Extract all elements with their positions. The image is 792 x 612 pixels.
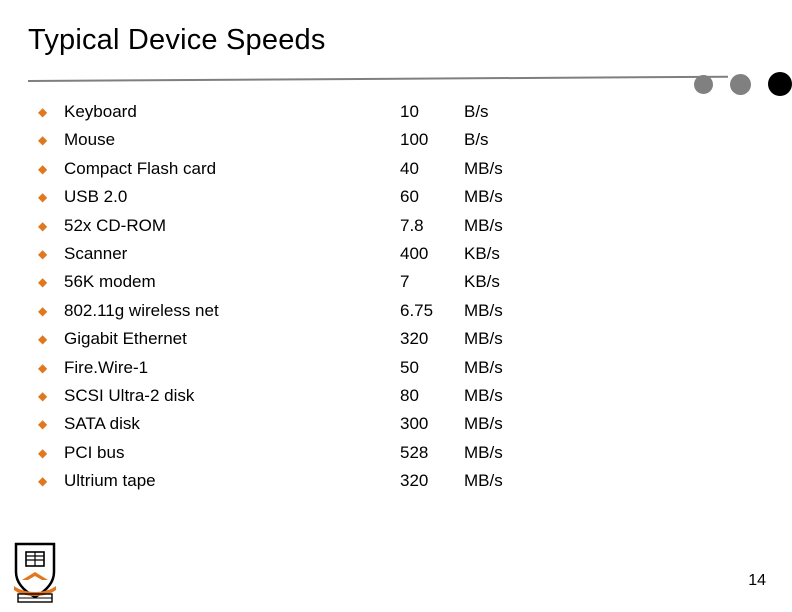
bullet-diamond-icon: ◆ — [38, 161, 48, 176]
device-speed-unit: MB/s — [464, 385, 503, 405]
device-speed-value: 40 — [400, 158, 419, 178]
device-speed-value: 6.75 — [400, 300, 434, 320]
device-speed-unit: MB/s — [464, 187, 503, 207]
list-item: ◆ 56K modem 7 KB/s — [36, 270, 756, 298]
device-speed-unit: MB/s — [464, 329, 503, 349]
list-item: ◆ USB 2.0 60 MB/s — [36, 185, 756, 213]
list-item: ◆ Compact Flash card 40 MB/s — [36, 157, 756, 185]
device-name: Mouse — [64, 130, 116, 150]
bullet-diamond-icon: ◆ — [38, 275, 48, 290]
device-speed-list: ◆ Keyboard 10 B/s ◆ Mouse 100 B/s ◆ Compact Flash… — [36, 100, 756, 497]
device-name: SCSI Ultra-2 disk — [64, 385, 195, 405]
bullet-diamond-icon: ◆ — [38, 388, 48, 403]
institution-logo — [8, 542, 62, 604]
list-item: ◆ Fire.Wire-1 50 MB/s — [36, 356, 756, 384]
bullet-diamond-icon: ◆ — [38, 133, 48, 148]
device-speed-unit: KB/s — [464, 272, 500, 292]
device-speed-unit: MB/s — [464, 357, 503, 377]
page-number: 14 — [748, 572, 766, 589]
bullet-diamond-icon: ◆ — [38, 332, 48, 347]
device-speed-unit: MB/s — [464, 158, 503, 178]
decorative-dot-2 — [730, 74, 751, 95]
device-speed-value: 10 — [400, 102, 419, 121]
device-speed-value: 7.8 — [400, 215, 424, 235]
page-title: Typical Device Speeds — [28, 24, 326, 56]
bullet-diamond-icon: ◆ — [38, 417, 48, 432]
list-item: ◆ 802.11g wireless net 6.75 MB/s — [36, 299, 756, 327]
device-speed-value: 50 — [400, 357, 419, 377]
bullet-diamond-icon: ◆ — [38, 105, 48, 119]
device-speed-value: 320 — [400, 471, 429, 491]
device-speed-unit: MB/s — [464, 414, 503, 434]
device-name: Fire.Wire-1 — [64, 357, 149, 377]
device-name: Compact Flash card — [64, 158, 217, 178]
bullet-diamond-icon: ◆ — [38, 303, 48, 318]
decorative-dot-3 — [768, 72, 792, 96]
device-speed-value: 7 — [400, 272, 410, 292]
bullet-diamond-icon: ◆ — [38, 360, 48, 375]
list-item: ◆ Mouse 100 B/s — [36, 128, 756, 156]
bullet-diamond-icon: ◆ — [38, 474, 48, 489]
bullet-diamond-icon: ◆ — [38, 218, 48, 233]
device-name: 802.11g wireless net — [64, 300, 219, 320]
device-speed-unit: MB/s — [464, 300, 503, 320]
device-speed-value: 100 — [400, 130, 429, 150]
device-name: SATA disk — [64, 414, 140, 434]
device-speed-value: 400 — [400, 243, 429, 263]
device-speed-unit: B/s — [464, 102, 489, 121]
device-speed-value: 320 — [400, 329, 429, 349]
device-speed-value: 80 — [400, 385, 419, 405]
device-speed-unit: B/s — [464, 130, 489, 150]
device-name: 56K modem — [64, 272, 156, 292]
device-name: 52x CD-ROM — [64, 215, 167, 235]
list-item: ◆ Gigabit Ethernet 320 MB/s — [36, 327, 756, 355]
device-name: Ultrium tape — [64, 471, 156, 491]
device-speed-unit: MB/s — [464, 471, 503, 491]
device-speed-unit: MB/s — [464, 215, 503, 235]
bullet-diamond-icon: ◆ — [38, 190, 48, 205]
device-name: Keyboard — [64, 102, 137, 121]
decorative-dot-1 — [694, 75, 713, 94]
device-speed-value: 60 — [400, 187, 419, 207]
device-name: PCI bus — [64, 442, 125, 462]
list-item: ◆ Ultrium tape 320 MB/s — [36, 469, 756, 497]
bullet-diamond-icon: ◆ — [38, 445, 48, 460]
list-item: ◆ Scanner 400 KB/s — [36, 242, 756, 270]
device-speed-value: 528 — [400, 442, 429, 462]
bullet-diamond-icon: ◆ — [38, 246, 48, 261]
device-speed-unit: KB/s — [464, 243, 500, 263]
device-name: Scanner — [64, 243, 128, 263]
device-speed-unit: MB/s — [464, 442, 503, 462]
list-item: ◆ SCSI Ultra-2 disk 80 MB/s — [36, 384, 756, 412]
device-name: Gigabit Ethernet — [64, 329, 187, 349]
device-name: USB 2.0 — [64, 187, 128, 207]
title-divider — [27, 75, 728, 82]
list-item: ◆ Keyboard 10 B/s — [36, 100, 756, 128]
list-item: ◆ SATA disk 300 MB/s — [36, 412, 756, 440]
device-speed-value: 300 — [400, 414, 429, 434]
slide: Typical Device Speeds ◆ Keyboard 10 B/s ◆ Mou… — [0, 0, 792, 612]
list-item: ◆ 52x CD-ROM 7.8 MB/s — [36, 214, 756, 242]
list-item: ◆ PCI bus 528 MB/s — [36, 441, 756, 469]
